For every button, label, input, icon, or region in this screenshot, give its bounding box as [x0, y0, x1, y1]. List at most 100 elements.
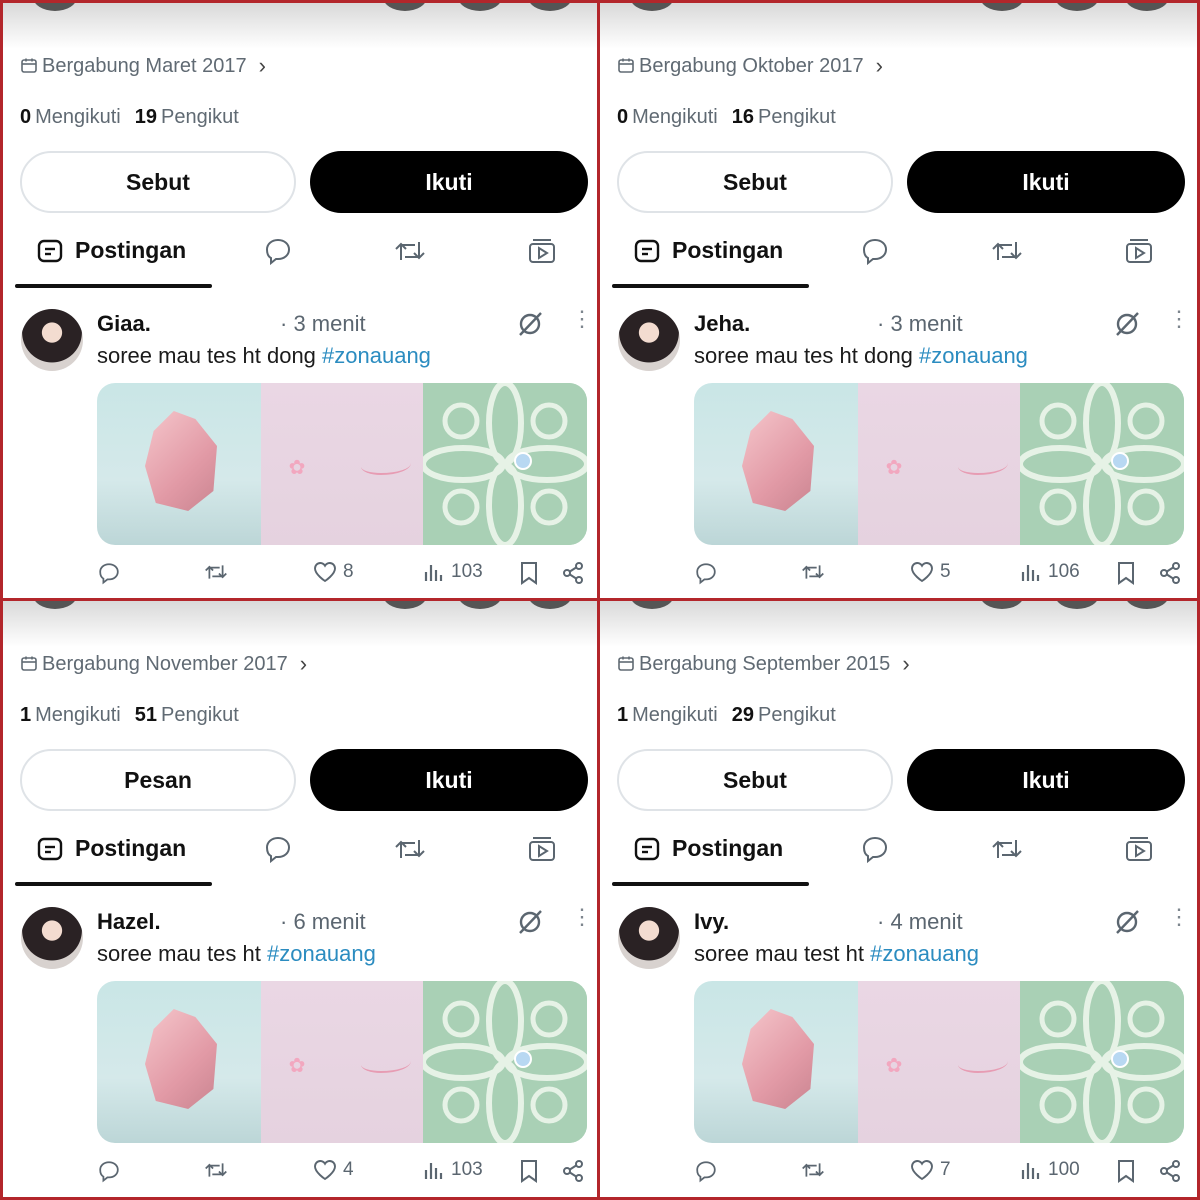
tweet[interactable]: Giaa. · 3 menit ⋮ soree mau tes ht dong … — [15, 303, 593, 598]
tab-reposts[interactable] — [393, 236, 427, 266]
tab-posts[interactable]: Postingan — [37, 835, 186, 862]
tweet-time[interactable]: · 6 menit — [280, 909, 366, 935]
follow-button[interactable]: Ikuti — [907, 749, 1185, 811]
follow-button[interactable]: Ikuti — [310, 151, 588, 213]
tweet[interactable]: Jeha. · 3 menit ⋮ soree mau tes ht dong … — [612, 303, 1190, 598]
more-icon[interactable]: ⋮ — [1168, 308, 1190, 330]
views-button[interactable]: 106 — [1020, 561, 1080, 583]
tweet-media[interactable]: ✿ — [97, 383, 587, 545]
tweet-media[interactable]: ✿ — [694, 383, 1184, 545]
hashtag-link[interactable]: #zonauang — [919, 343, 1028, 368]
bookmark-button[interactable] — [1116, 1159, 1136, 1183]
following-count[interactable]: 0 — [617, 106, 628, 128]
media-image-pink[interactable]: ✿ — [857, 383, 1021, 545]
repost-button[interactable] — [800, 1159, 826, 1181]
views-button[interactable]: 103 — [423, 561, 483, 583]
hashtag-link[interactable]: #zonauang — [870, 941, 979, 966]
following-count[interactable]: 1 — [617, 704, 628, 726]
tweet-media[interactable]: ✿ — [97, 981, 587, 1143]
joined-date[interactable]: Bergabung Maret 2017 › — [20, 53, 266, 79]
tweet-author-name[interactable]: Hazel. — [97, 909, 161, 935]
media-image-crystal[interactable] — [97, 981, 261, 1143]
media-image-tile[interactable] — [423, 981, 587, 1143]
mute-icon[interactable] — [515, 907, 545, 937]
mention-button[interactable]: Sebut — [617, 151, 893, 213]
tab-media[interactable] — [527, 236, 557, 266]
followers-count[interactable]: 16 — [732, 106, 754, 128]
share-button[interactable] — [561, 561, 585, 585]
followers-count[interactable]: 51 — [135, 704, 157, 726]
more-icon[interactable]: ⋮ — [571, 308, 593, 330]
bookmark-button[interactable] — [1116, 561, 1136, 585]
avatar[interactable] — [21, 907, 83, 969]
like-button[interactable]: 7 — [910, 1159, 951, 1181]
following-label[interactable]: Mengikuti — [35, 106, 121, 128]
media-image-crystal[interactable] — [694, 981, 858, 1143]
followers-label[interactable]: Pengikut — [758, 704, 836, 726]
repost-button[interactable] — [203, 561, 229, 583]
following-label[interactable]: Mengikuti — [35, 704, 121, 726]
tab-replies[interactable] — [263, 236, 293, 266]
followers-label[interactable]: Pengikut — [161, 106, 239, 128]
like-button[interactable]: 5 — [910, 561, 951, 583]
followers-count[interactable]: 19 — [135, 106, 157, 128]
tab-media[interactable] — [1124, 236, 1154, 266]
like-button[interactable]: 8 — [313, 561, 354, 583]
tab-replies[interactable] — [263, 834, 293, 864]
tweet-author-name[interactable]: Ivy. — [694, 909, 729, 935]
media-image-tile[interactable] — [423, 383, 587, 545]
tab-reposts[interactable] — [393, 834, 427, 864]
tab-media[interactable] — [527, 834, 557, 864]
views-button[interactable]: 100 — [1020, 1159, 1080, 1181]
tab-reposts[interactable] — [990, 834, 1024, 864]
mention-button[interactable]: Sebut — [20, 151, 296, 213]
media-image-crystal[interactable] — [694, 383, 858, 545]
tweet[interactable]: Hazel. · 6 menit ⋮ soree mau tes ht #zon… — [15, 901, 593, 1196]
reply-button[interactable] — [694, 1159, 718, 1183]
share-button[interactable] — [1158, 561, 1182, 585]
tab-media[interactable] — [1124, 834, 1154, 864]
follow-button[interactable]: Ikuti — [310, 749, 588, 811]
hashtag-link[interactable]: #zonauang — [322, 343, 431, 368]
views-button[interactable]: 103 — [423, 1159, 483, 1181]
share-button[interactable] — [561, 1159, 585, 1183]
joined-date[interactable]: Bergabung September 2015 › — [617, 651, 910, 677]
bookmark-button[interactable] — [519, 561, 539, 585]
tweet-time[interactable]: · 3 menit — [280, 311, 366, 337]
followers-label[interactable]: Pengikut — [758, 106, 836, 128]
bookmark-button[interactable] — [519, 1159, 539, 1183]
repost-button[interactable] — [800, 561, 826, 583]
tab-posts[interactable]: Postingan — [37, 237, 186, 264]
reply-button[interactable] — [97, 1159, 121, 1183]
media-image-pink[interactable]: ✿ — [857, 981, 1021, 1143]
tab-replies[interactable] — [860, 834, 890, 864]
reply-button[interactable] — [97, 561, 121, 585]
following-label[interactable]: Mengikuti — [632, 704, 718, 726]
mention-button[interactable]: Pesan — [20, 749, 296, 811]
hashtag-link[interactable]: #zonauang — [267, 941, 376, 966]
avatar[interactable] — [21, 309, 83, 371]
avatar[interactable] — [618, 907, 680, 969]
more-icon[interactable]: ⋮ — [1168, 906, 1190, 928]
share-button[interactable] — [1158, 1159, 1182, 1183]
tweet-author-name[interactable]: Giaa. — [97, 311, 151, 337]
more-icon[interactable]: ⋮ — [571, 906, 593, 928]
follow-button[interactable]: Ikuti — [907, 151, 1185, 213]
media-image-crystal[interactable] — [97, 383, 261, 545]
reply-button[interactable] — [694, 561, 718, 585]
tab-posts[interactable]: Postingan — [634, 835, 783, 862]
joined-date[interactable]: Bergabung Oktober 2017 › — [617, 53, 883, 79]
followers-label[interactable]: Pengikut — [161, 704, 239, 726]
joined-date[interactable]: Bergabung November 2017 › — [20, 651, 307, 677]
tweet[interactable]: Ivy. · 4 menit ⋮ soree mau test ht #zona… — [612, 901, 1190, 1196]
repost-button[interactable] — [203, 1159, 229, 1181]
tweet-time[interactable]: · 4 menit — [877, 909, 963, 935]
mute-icon[interactable] — [515, 309, 545, 339]
media-image-pink[interactable]: ✿ — [260, 981, 424, 1143]
like-button[interactable]: 4 — [313, 1159, 354, 1181]
following-label[interactable]: Mengikuti — [632, 106, 718, 128]
tweet-media[interactable]: ✿ — [694, 981, 1184, 1143]
following-count[interactable]: 1 — [20, 704, 31, 726]
tab-replies[interactable] — [860, 236, 890, 266]
mute-icon[interactable] — [1112, 309, 1142, 339]
